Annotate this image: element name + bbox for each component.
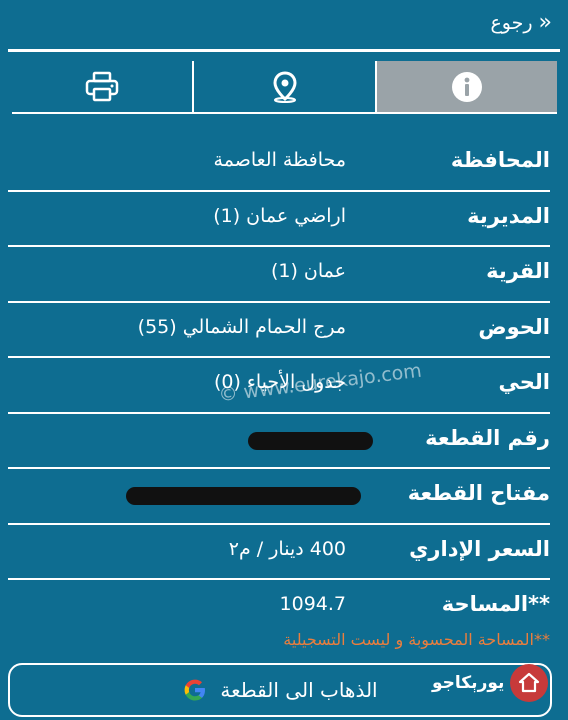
tab-location[interactable] <box>194 61 377 112</box>
brand-logo-mark <box>510 664 549 702</box>
area-footnote: **المساحة المحسوبة و ليست التسجيلية <box>283 630 550 649</box>
divider <box>12 112 557 114</box>
brand-logo: يورېكاجو <box>432 664 549 702</box>
double-chevron-icon: « <box>538 10 552 35</box>
divider <box>8 49 560 52</box>
back-label: رجوع <box>490 12 533 34</box>
tab-print[interactable] <box>12 61 195 112</box>
field-label: مفتاح القطعة <box>407 481 550 505</box>
location-pin-icon <box>273 70 297 103</box>
top-bar: « رجوع <box>0 0 568 52</box>
field-label: المديرية <box>467 203 550 228</box>
house-icon <box>519 672 540 693</box>
field-label: **المساحة <box>441 592 550 616</box>
tab-info[interactable] <box>376 61 557 112</box>
field-label: الحي <box>498 370 550 394</box>
field-value: مرج الحمام الشمالي (55) <box>137 315 346 338</box>
back-button[interactable]: « رجوع <box>490 10 552 35</box>
field-label: السعر الإداري <box>409 536 550 561</box>
field-row-parcel-key: مفتاح القطعة <box>8 469 550 525</box>
field-value: اراضي عمان (1) <box>213 204 346 227</box>
field-label: القرية <box>486 259 550 283</box>
field-label: الحوض <box>478 314 550 339</box>
brand-logo-text: يورېكاجو <box>432 673 505 693</box>
field-value: عمان (1) <box>270 260 346 282</box>
redacted-value <box>248 431 373 450</box>
field-value: 1094.7 <box>279 593 346 615</box>
google-icon <box>185 679 206 701</box>
field-row-village: القرية عمان (1) <box>8 247 550 303</box>
tab-bar <box>12 61 557 112</box>
printer-icon <box>85 71 119 101</box>
field-row-governorate: المحافظة محافظة العاصمة <box>8 136 550 192</box>
field-value: 400 دينار / م٢ <box>228 537 346 560</box>
field-row-directorate: المديرية اراضي عمان (1) <box>8 192 550 247</box>
redacted-value <box>126 487 361 505</box>
info-icon <box>451 71 482 102</box>
field-row-area: **المساحة 1094.7 <box>8 580 550 634</box>
field-label: رقم القطعة <box>425 425 550 450</box>
field-row-basin: الحوض مرج الحمام الشمالي (55) <box>8 303 550 358</box>
field-label: المحافظة <box>450 148 550 172</box>
field-row-parcel-number: رقم القطعة <box>8 414 550 469</box>
go-to-parcel-label: الذهاب الى القطعة <box>220 678 378 702</box>
field-value: محافظة العاصمة <box>213 149 346 171</box>
field-row-admin-price: السعر الإداري 400 دينار / م٢ <box>8 525 550 580</box>
